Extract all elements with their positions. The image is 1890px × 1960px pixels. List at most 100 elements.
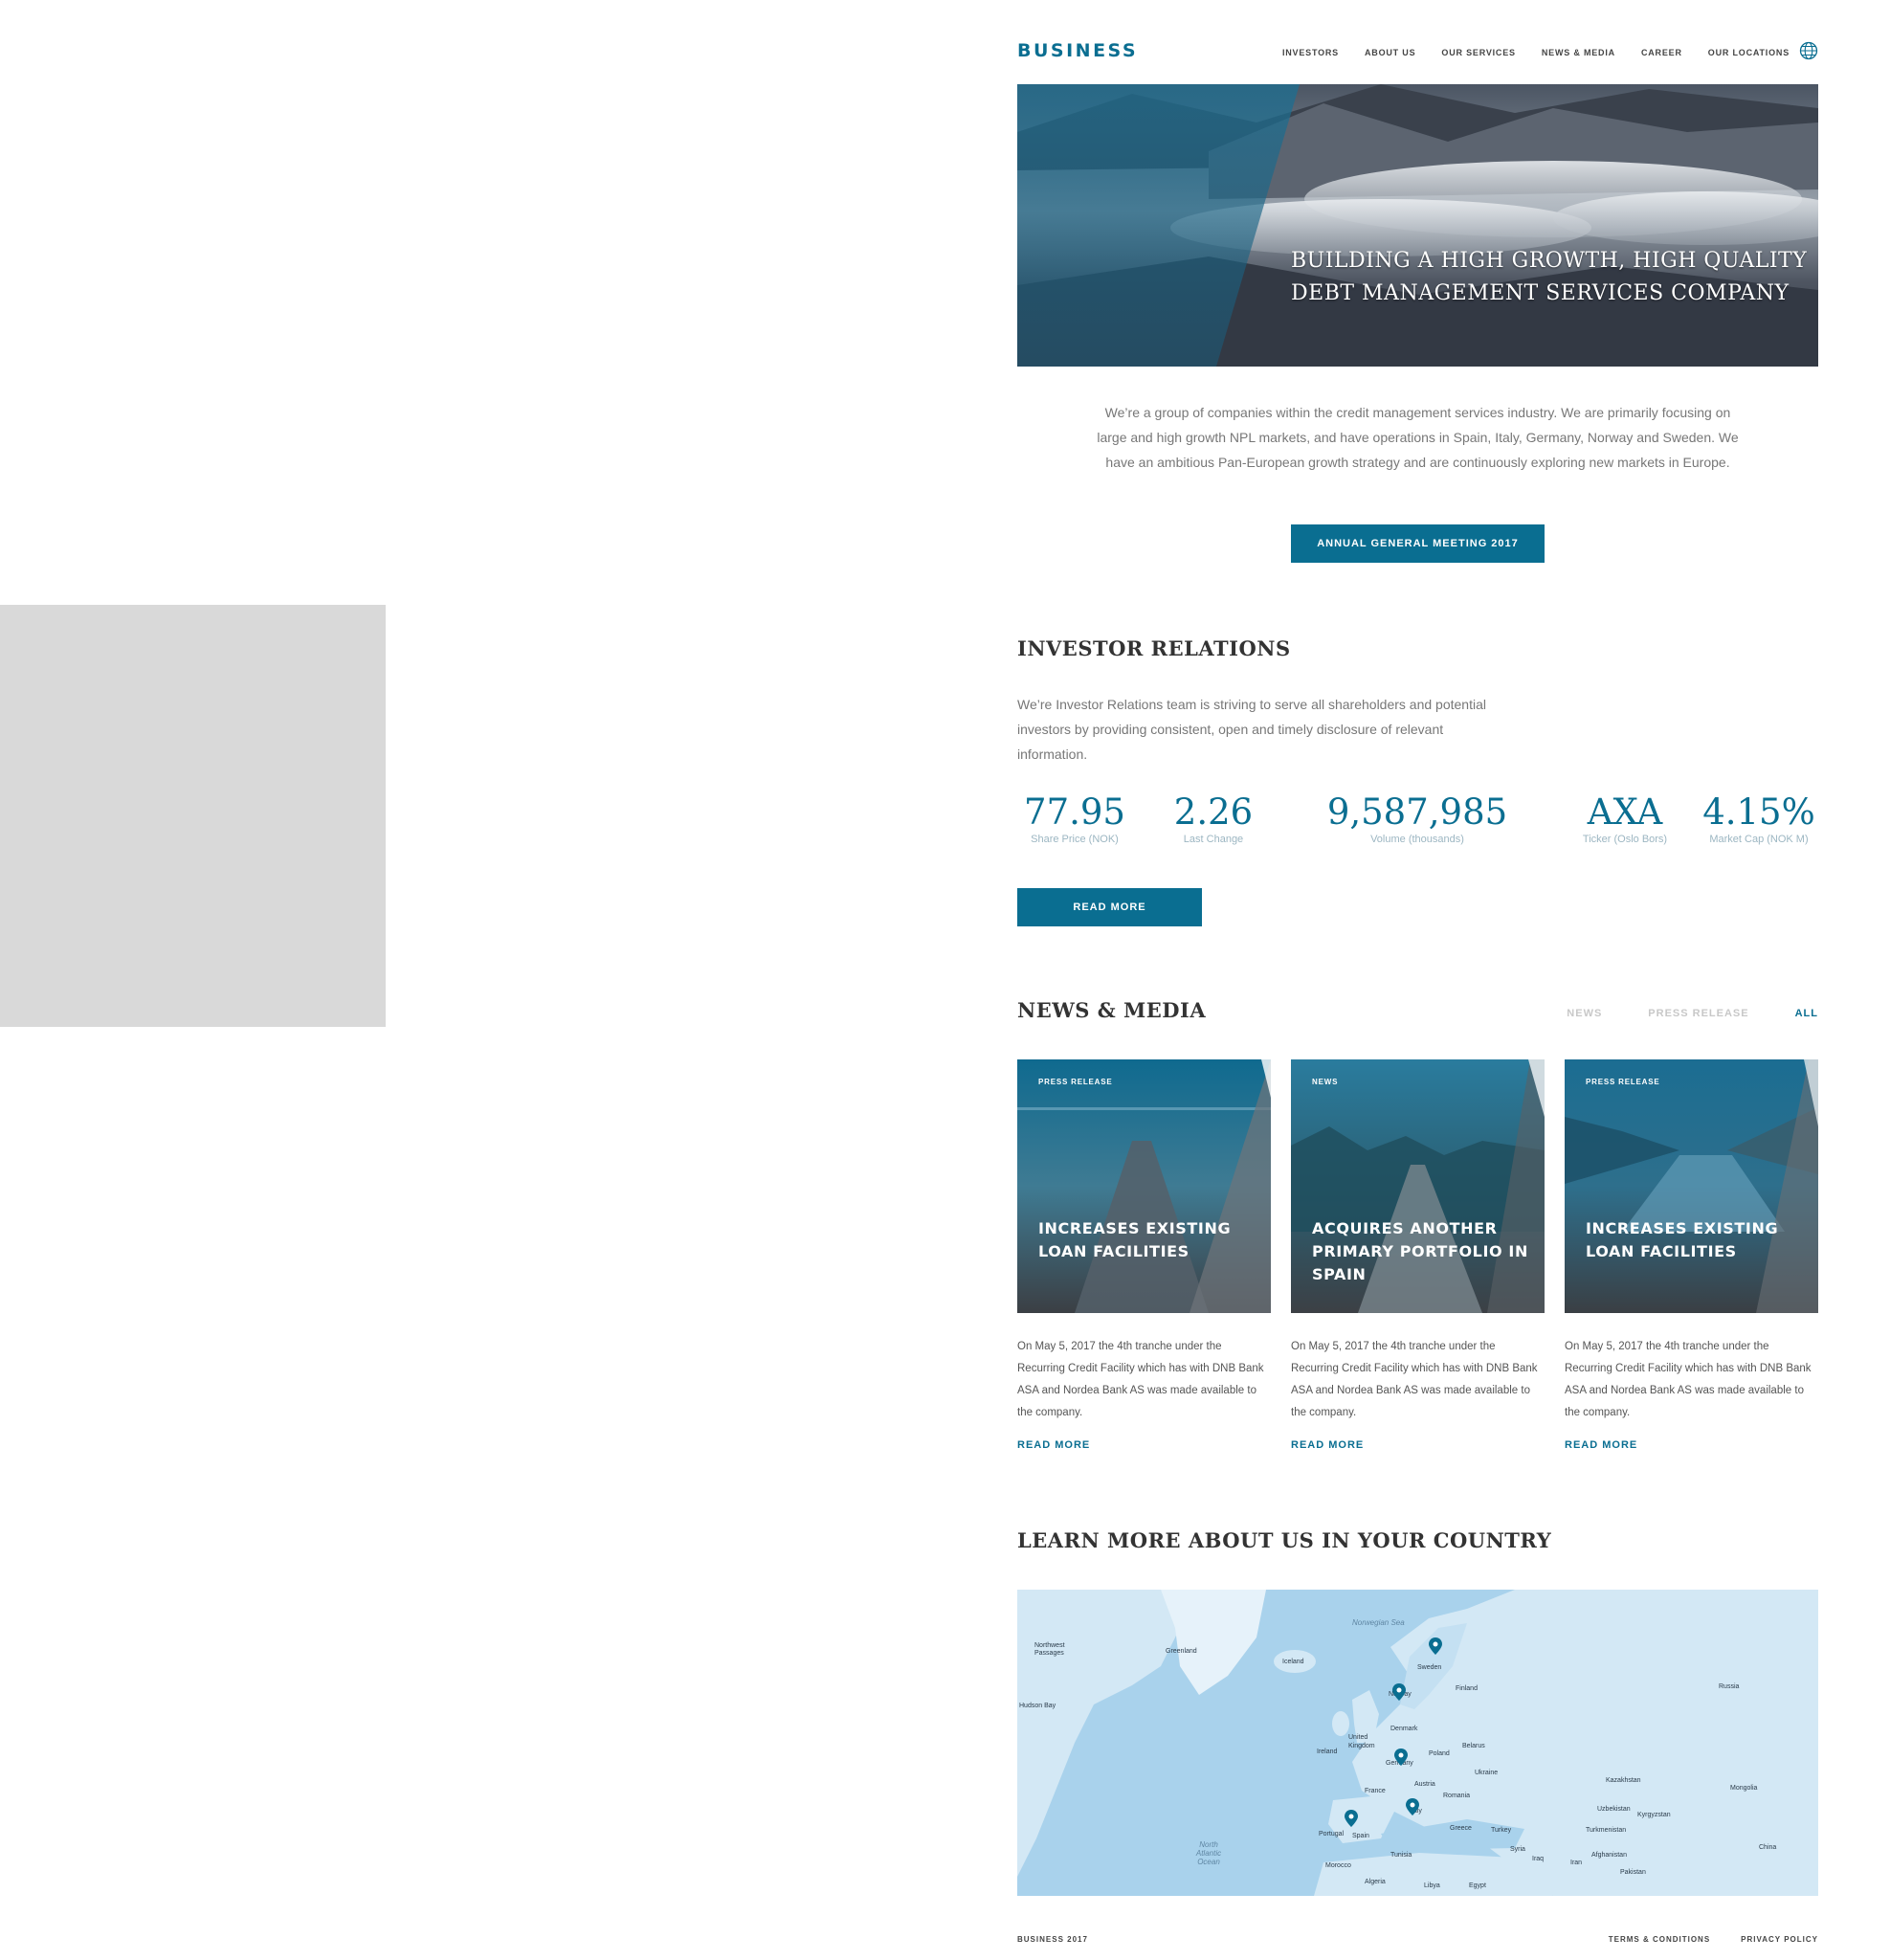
news-media-title: NEWS & MEDIA [1017,998,1207,1022]
locations-map[interactable]: Greenland Iceland Norwegian Sea Sweden F… [1017,1590,1818,1896]
card-text: On May 5, 2017 the 4th tranche under the… [1291,1341,1538,1418]
map-label-afghanistan: Afghanistan [1591,1852,1627,1859]
nav-investors[interactable]: INVESTORS [1282,48,1339,57]
nav-our-services[interactable]: OUR SERVICES [1441,48,1515,57]
intro-text: We’re a group of companies within the cr… [1097,405,1739,470]
map-label-greece: Greece [1450,1825,1472,1832]
investor-read-more-button[interactable]: READ MORE [1017,888,1202,926]
map-label-northwest-passages: Northwest Passages [1034,1642,1065,1657]
card-tag: PRESS RELEASE [1586,1078,1660,1086]
map-label-kyrgyzstan: Kyrgyzstan [1637,1812,1671,1818]
investor-relations-text: We’re Investor Relations team is strivin… [1017,697,1486,762]
filter-news[interactable]: NEWS [1567,1008,1602,1019]
map-label-kazakhstan: Kazakhstan [1606,1777,1641,1784]
hero-mountain-image [1017,84,1818,367]
map-label-iraq: Iraq [1532,1856,1545,1862]
card-heading: INCREASES EXISTING LOAN FACILITIES [1038,1219,1232,1260]
footer-privacy-link[interactable]: PRIVACY POLICY [1741,1935,1818,1944]
card-read-more-link[interactable]: READ MORE [1017,1439,1271,1451]
location-pin-icon[interactable] [1394,1748,1408,1766]
stat-ticker: AXA Ticker (Oslo Bors) [1572,790,1678,845]
location-pin-icon[interactable] [1429,1637,1442,1655]
logo[interactable]: BUSINESS [1017,40,1138,61]
filter-press-release[interactable]: PRESS RELEASE [1648,1008,1748,1019]
hero-line-1: BUILDING A HIGH GROWTH, HIGH QUALITY [1291,249,1808,273]
main-nav: INVESTORS ABOUT US OUR SERVICES NEWS & M… [1282,48,1790,57]
map-label-belarus: Belarus [1462,1743,1485,1749]
filter-all[interactable]: ALL [1795,1008,1818,1019]
card-read-more-link[interactable]: READ MORE [1291,1439,1545,1451]
map-label-egypt: Egypt [1469,1882,1486,1889]
map-label-north-atlantic-ocean: North Atlantic Ocean [1195,1840,1222,1866]
map-label-sweden: Sweden [1417,1664,1442,1671]
stat-share-price: 77.95 Share Price (NOK) [1022,790,1127,845]
map-label-portugal: Portugal [1319,1831,1345,1838]
news-card-image[interactable]: NEWS ACQUIRES ANOTHER PRIMARY PORTFOLIO … [1291,1059,1545,1313]
footer-copyright: BUSINESS 2017 [1017,1935,1088,1944]
card-text: On May 5, 2017 the 4th tranche under the… [1017,1341,1264,1418]
news-card[interactable]: PRESS RELEASE INCREASES EXISTING LOAN FA… [1565,1059,1818,1451]
stat-volume: 9,587,985 Volume (thousands) [1312,790,1523,845]
nav-news-media[interactable]: NEWS & MEDIA [1542,48,1615,57]
stat-label: Share Price (NOK) [1031,834,1119,845]
news-filters: NEWS PRESS RELEASE ALL [1567,1008,1818,1019]
stat-label: Ticker (Oslo Bors) [1582,834,1668,845]
map-label-norwegian-sea: Norwegian Sea [1352,1618,1405,1627]
globe-icon[interactable] [1799,41,1818,60]
map-label-pakistan: Pakistan [1620,1869,1646,1876]
pier-photo [1017,1059,1271,1313]
map-label-hudson-bay: Hudson Bay [1019,1703,1056,1709]
nav-our-locations[interactable]: OUR LOCATIONS [1708,48,1790,57]
map-label-finland: Finland [1456,1685,1478,1692]
stat-last-change: 2.26 Last Change [1166,790,1261,845]
stat-value: 9,587,985 [1326,791,1508,833]
map-label-turkey: Turkey [1491,1827,1512,1834]
stat-market-cap: 4.15% Market Cap (NOK M) [1700,790,1818,845]
investor-relations-title: INVESTOR RELATIONS [1017,636,1291,660]
hero-heading: BUILDING A HIGH GROWTH, HIGH QUALITY DEB… [1291,245,1808,310]
stat-value: 77.95 [1024,791,1125,833]
map-label-poland: Poland [1429,1750,1450,1757]
map-label-spain: Spain [1352,1833,1369,1839]
map-label-france: France [1365,1788,1386,1794]
card-tag: NEWS [1312,1078,1339,1086]
nav-career[interactable]: CAREER [1641,48,1682,57]
card-read-more-link[interactable]: READ MORE [1565,1439,1818,1451]
map-label-tunisia: Tunisia [1390,1852,1412,1859]
news-card[interactable]: PRESS RELEASE INCREASES EXISTING LOAN FA… [1017,1059,1271,1451]
hero-line-2: DEBT MANAGEMENT SERVICES COMPANY [1291,281,1790,305]
map-label-greenland: Greenland [1166,1648,1197,1655]
footer-links: TERMS & CONDITIONS PRIVACY POLICY [1609,1935,1818,1944]
map-label-morocco: Morocco [1325,1862,1351,1869]
placeholder-block [0,605,386,1027]
card-text: On May 5, 2017 the 4th tranche under the… [1565,1341,1812,1418]
card-heading: INCREASES EXISTING LOAN FACILITIES [1586,1219,1779,1260]
map-label-iceland: Iceland [1282,1659,1304,1665]
map-label-russia: Russia [1719,1683,1740,1690]
map-label-ukraine: Ukraine [1475,1770,1499,1776]
map-label-mongolia: Mongolia [1730,1785,1758,1792]
location-pin-icon[interactable] [1345,1810,1358,1827]
map-label-china: China [1759,1844,1777,1851]
location-pin-icon[interactable] [1406,1798,1419,1815]
map-label-syria: Syria [1510,1846,1525,1853]
card-heading: ACQUIRES ANOTHER PRIMARY PORTFOLIO IN SP… [1312,1219,1528,1283]
map-label-romania: Romania [1443,1793,1471,1799]
news-card[interactable]: NEWS ACQUIRES ANOTHER PRIMARY PORTFOLIO … [1291,1059,1545,1451]
agm-button[interactable]: ANNUAL GENERAL MEETING 2017 [1291,524,1545,563]
map-label-uzbekistan: Uzbekistan [1597,1806,1631,1813]
stat-value: 2.26 [1173,791,1254,833]
map-label-algeria: Algeria [1365,1879,1386,1885]
map-label-ireland: Ireland [1317,1748,1338,1755]
map-image [1017,1590,1818,1896]
news-card-image[interactable]: PRESS RELEASE INCREASES EXISTING LOAN FA… [1017,1059,1271,1313]
news-card-image[interactable]: PRESS RELEASE INCREASES EXISTING LOAN FA… [1565,1059,1818,1313]
hero-banner: BUILDING A HIGH GROWTH, HIGH QUALITY DEB… [1017,84,1818,367]
map-label-turkmenistan: Turkmenistan [1586,1827,1627,1834]
location-pin-icon[interactable] [1392,1683,1406,1701]
nav-about-us[interactable]: ABOUT US [1365,48,1415,57]
card-tag: PRESS RELEASE [1038,1078,1113,1086]
stat-value: 4.15% [1702,791,1815,833]
map-label-denmark: Denmark [1390,1726,1418,1732]
footer-terms-link[interactable]: TERMS & CONDITIONS [1609,1935,1710,1944]
